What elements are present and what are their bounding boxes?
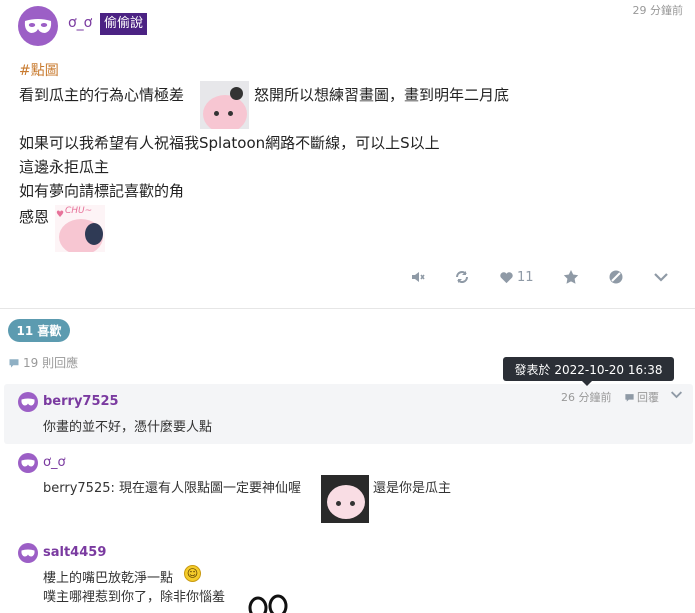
comment-bubble-icon (625, 393, 634, 402)
post-text-line: 怒開所以想練習畫圖，畫到明年二月底 (254, 86, 510, 104)
star-icon (563, 270, 579, 284)
chevron-down-icon (670, 391, 683, 399)
bomb-icon (230, 87, 243, 100)
sticker-eye (350, 501, 355, 506)
post-text-line: 看到瓜主的行為心情極差 (19, 86, 185, 104)
commenter-avatar[interactable] (18, 543, 38, 563)
comment-text: 還是你是瓜主 (373, 481, 452, 496)
section-divider (0, 308, 695, 309)
post-text-line: 這邊永拒瓜主 (19, 158, 110, 176)
sticker-image[interactable]: CHU~ ♥ (55, 205, 105, 252)
reply-count-label: 19 則回應 (23, 356, 79, 370)
timestamp-tooltip: 發表於 2022-10-20 16:38 (503, 357, 674, 381)
favorite-button[interactable] (563, 266, 579, 288)
sticker-image[interactable] (244, 594, 294, 613)
hashtag[interactable]: #點圖 (19, 60, 59, 80)
sticker-text: CHU~ (65, 206, 93, 216)
author-avatar[interactable] (18, 6, 58, 46)
post-text-line: 如果可以我希望有人祝福我Splatoon網路不斷線，可以上S以上 (19, 134, 440, 152)
reply-count: 19 則回應 (8, 354, 78, 371)
reply-button[interactable]: 回覆 (624, 389, 659, 405)
commenter-name[interactable]: ơ_ơ (43, 455, 65, 470)
commenter-name[interactable]: berry7525 (43, 394, 119, 409)
mask-icon (21, 398, 35, 406)
chevron-down-icon (654, 273, 668, 282)
sticker-image[interactable] (200, 81, 249, 129)
post-text-line: 感恩 (19, 208, 50, 226)
mask-icon (21, 549, 35, 557)
author-name[interactable]: ơ_ơ (68, 15, 92, 31)
plurk-post: ơ_ơ 偷偷說 29 分鐘前 #點圖 看到瓜主的行為心情極差 怒開所以想練習畫圖… (0, 0, 695, 308)
sticker-character (203, 95, 247, 129)
comment-item: salt4459 樓上的嘴巴放乾淨一點 ☺ 噗主哪裡惹到你了，除非你惱羞 (4, 540, 693, 613)
sticker-character (327, 485, 365, 519)
like-count: 11 (517, 269, 534, 285)
commenter-avatar[interactable] (18, 392, 38, 412)
reply-label: 回覆 (637, 391, 659, 404)
comment-bubble-icon (9, 358, 19, 367)
post-action-bar: 11 (0, 266, 695, 288)
heart-icon: ♥ (56, 210, 65, 220)
like-button[interactable]: 11 (499, 266, 534, 288)
mute-button[interactable] (410, 266, 426, 288)
sticker-eye (228, 111, 233, 116)
sticker-hair (85, 223, 103, 245)
mask-icon (24, 19, 52, 33)
comment-text: 你畫的並不好，憑什麼要人點 (43, 420, 213, 435)
likes-count-badge[interactable]: 11 喜歡 (8, 319, 70, 342)
replurk-icon (456, 271, 468, 283)
heart-icon (500, 271, 513, 283)
sticker-eye (336, 501, 341, 506)
comment-timestamp[interactable]: 26 分鐘前 (561, 389, 612, 405)
block-icon (609, 270, 623, 284)
tooltip-arrow (582, 381, 592, 386)
comment-text: 噗主哪裡惹到你了，除非你惱羞 (43, 590, 226, 605)
block-button[interactable] (608, 266, 624, 288)
post-text-line: 如有夢向請標記喜歡的角 (19, 182, 185, 200)
sticker-eye (214, 111, 219, 116)
post-timestamp[interactable]: 29 分鐘前 (633, 2, 684, 18)
sticker-image[interactable] (321, 475, 369, 523)
more-options-button[interactable] (653, 266, 669, 288)
comment-menu-button[interactable] (670, 388, 683, 404)
emoji-smile-icon: ☺ (184, 565, 201, 582)
commenter-avatar[interactable] (18, 453, 38, 473)
comment-item: ơ_ơ berry7525: 現在還有人限點圖一定要神仙喔 還是你是瓜主 (4, 450, 693, 530)
commenter-name[interactable]: salt4459 (43, 545, 106, 560)
mute-icon (412, 272, 425, 282)
comment-item: berry7525 你畫的並不好，憑什麼要人點 26 分鐘前 回覆 (4, 384, 693, 444)
anonymous-badge: 偷偷說 (100, 13, 148, 35)
mask-icon (21, 459, 35, 467)
comment-text: 樓上的嘴巴放乾淨一點 (43, 571, 174, 586)
comment-text: berry7525: 現在還有人限點圖一定要神仙喔 (43, 481, 302, 496)
replurk-button[interactable] (454, 266, 470, 288)
